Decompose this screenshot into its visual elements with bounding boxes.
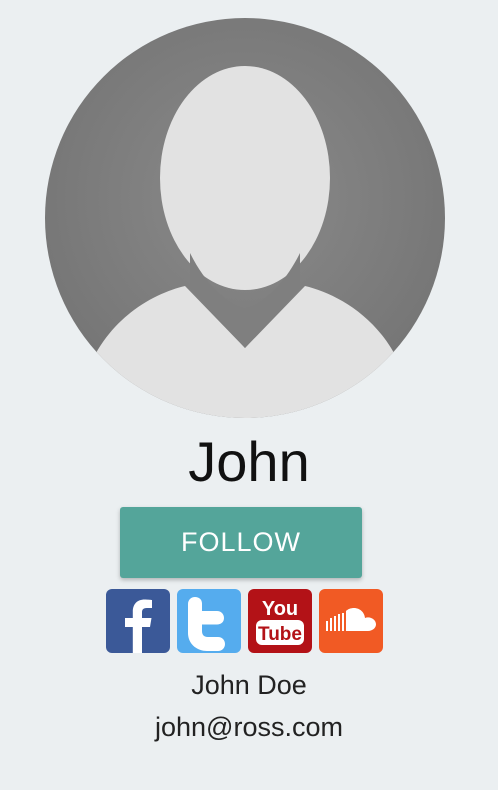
avatar: [45, 18, 445, 418]
youtube-text-top: You: [262, 598, 298, 620]
social-links: You Tube: [106, 589, 383, 653]
profile-full-name: John Doe: [191, 670, 307, 700]
twitter-icon[interactable]: [177, 589, 241, 653]
youtube-text-bottom: Tube: [258, 624, 302, 645]
follow-button[interactable]: FOLLOW: [120, 507, 362, 578]
default-user-silhouette-icon: [45, 66, 445, 418]
soundcloud-icon[interactable]: [319, 589, 383, 653]
profile-display-name: John: [188, 430, 310, 493]
youtube-icon[interactable]: You Tube: [248, 589, 312, 653]
facebook-icon[interactable]: [106, 589, 170, 653]
profile-email: john@ross.com: [155, 712, 343, 742]
profile-card: John FOLLOW You Tube John Doe john@ross.…: [0, 0, 498, 790]
